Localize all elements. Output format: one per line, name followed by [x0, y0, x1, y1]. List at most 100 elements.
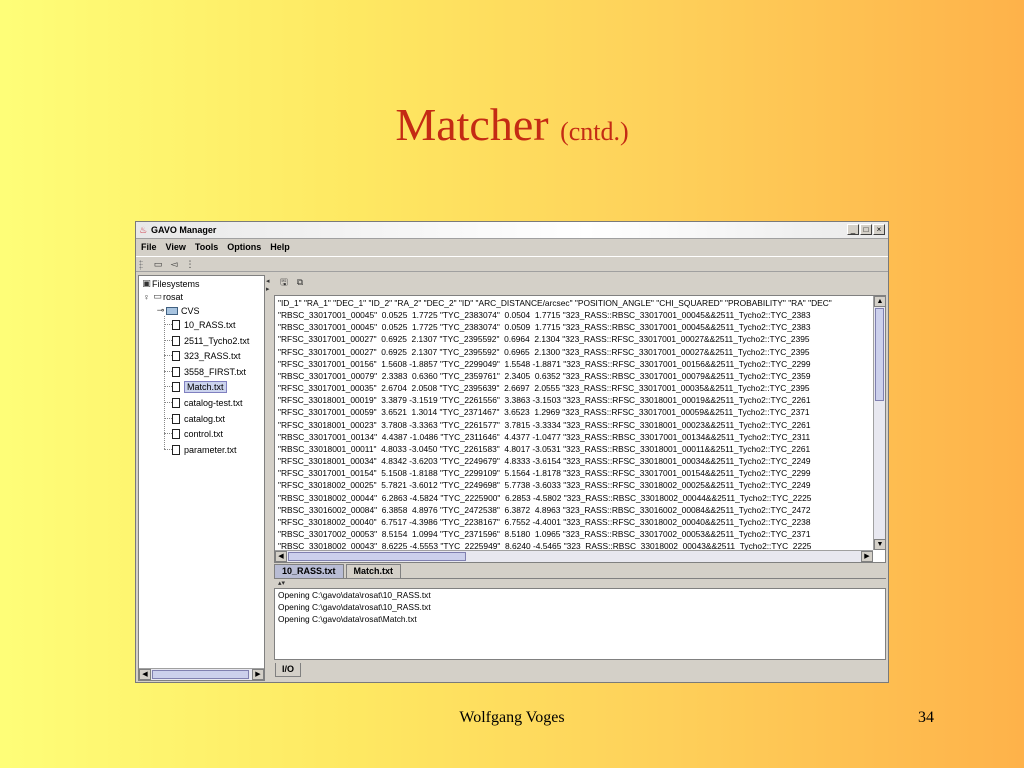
splitter-left-icon[interactable]: ◂: [266, 277, 270, 285]
tree-file-item[interactable]: 3558_FIRST.txt: [172, 365, 246, 378]
tree-connector: [164, 418, 172, 419]
tree-file-item[interactable]: Match.txt: [172, 380, 227, 393]
slide-title: Matcher (cntd.): [0, 102, 1024, 148]
window-title: GAVO Manager: [151, 225, 217, 235]
tab-io[interactable]: I/O: [275, 663, 302, 677]
menubar: File View Tools Options Help: [136, 240, 888, 255]
main-toolbar: ▭ ◅ ⋮: [136, 256, 888, 272]
tree-drive-label: rosat: [163, 291, 184, 302]
tree-file-item[interactable]: control.txt: [172, 427, 223, 440]
tree-file-item[interactable]: catalog-test.txt: [172, 396, 243, 409]
log-line: Opening C:\gavo\data\rosat\10_RASS.txt: [278, 590, 431, 600]
close-button[interactable]: ×: [873, 224, 885, 235]
content-horizontal-scrollbar[interactable]: ◀ ▶: [275, 550, 873, 562]
toolbar-grip-icon[interactable]: [139, 260, 143, 270]
scroll-right-icon[interactable]: ▶: [252, 669, 264, 680]
file-icon: [172, 413, 180, 424]
tree-connector: [164, 324, 172, 325]
content-line: "RFSC_33018002_00025" 5.7821 -3.6012 "TY…: [278, 480, 811, 491]
file-icon: [172, 397, 180, 408]
tree-file-item[interactable]: 323_RASS.txt: [172, 349, 241, 362]
content-toolbar: 🖫 ⧉: [274, 275, 886, 293]
content-line: "RFSC_33017001_00059" 3.6521 1.3014 "TYC…: [278, 407, 810, 418]
tree-connector: [164, 449, 172, 450]
tree-file-label: 2511_Tycho2.txt: [184, 335, 250, 346]
maximize-button[interactable]: □: [860, 224, 872, 235]
tree-connector: [164, 386, 172, 387]
tree-file-item[interactable]: catalog.txt: [172, 412, 225, 425]
file-icon: [172, 335, 180, 346]
scroll-left-icon[interactable]: ◀: [275, 551, 287, 562]
content-line: "RFSC_33018001_00023" 3.7808 -3.3363 "TY…: [278, 419, 811, 430]
tree-horizontal-scrollbar[interactable]: ◀ ▶: [139, 668, 264, 680]
tree-file-label: Match.txt: [184, 380, 227, 393]
tree-folder-label: CVS: [181, 305, 200, 316]
menu-tools[interactable]: Tools: [195, 240, 218, 255]
content-line: "RBSC_33017002_00053" 8.5154 1.0994 "TYC…: [278, 528, 811, 539]
log-line: Opening C:\gavo\data\rosat\10_RASS.txt: [278, 602, 431, 612]
tree-file-label: parameter.txt: [184, 444, 237, 455]
tab-10-rass[interactable]: 10_RASS.txt: [274, 564, 344, 578]
content-line: "RBSC_33016002_00084" 6.3858 4.8976 "TYC…: [278, 504, 811, 515]
file-icon: [172, 428, 180, 439]
tree-connector: [164, 371, 172, 372]
save-icon[interactable]: 🖫: [278, 277, 290, 288]
tab-divider: [274, 578, 886, 579]
menu-help[interactable]: Help: [270, 240, 290, 255]
scroll-left-icon[interactable]: ◀: [139, 669, 151, 680]
panel-splitter[interactable]: ◂ ▸: [266, 275, 272, 681]
drive-icon: ▭: [153, 291, 162, 301]
expand-handle-icon[interactable]: ♀: [141, 292, 152, 302]
content-vertical-scrollbar[interactable]: ▲ ▼: [873, 296, 885, 550]
tree-connector: [164, 340, 172, 341]
folder-open-icon[interactable]: ◅: [168, 259, 180, 270]
tab-match[interactable]: Match.txt: [345, 564, 402, 578]
file-content-view[interactable]: "ID_1" "RA_1" "DEC_1" "ID_2" "RA_2" "DEC…: [274, 295, 886, 563]
filesystem-tree[interactable]: ▣ Filesystems ♀ ▭ rosat ⊸ CVS 10_RASS.tx…: [138, 275, 265, 681]
tree-file-label: 10_RASS.txt: [184, 319, 236, 330]
tree-icon[interactable]: ⋮: [184, 259, 196, 270]
tree-drive[interactable]: ♀ ▭ rosat: [141, 290, 183, 303]
tree-file-item[interactable]: parameter.txt: [172, 443, 237, 456]
menu-view[interactable]: View: [166, 240, 186, 255]
menu-file[interactable]: File: [141, 240, 157, 255]
tree-folder-cvs[interactable]: ⊸ CVS: [155, 304, 200, 317]
tree-root[interactable]: ▣ Filesystems: [141, 277, 199, 290]
tree-scroll-thumb[interactable]: [152, 670, 249, 679]
tree-file-label: control.txt: [184, 428, 224, 439]
scroll-down-icon[interactable]: ▼: [874, 539, 885, 550]
menu-options[interactable]: Options: [227, 240, 261, 255]
gavo-manager-window: ♨ GAVO Manager _ □ × File View Tools Opt…: [135, 221, 889, 683]
content-hscroll-thumb[interactable]: [288, 552, 466, 561]
content-line: "RFSC_33017001_00154" 5.1508 -1.8188 "TY…: [278, 468, 811, 479]
tree-file-item[interactable]: 10_RASS.txt: [172, 318, 236, 331]
file-icon: [172, 366, 180, 377]
content-vscroll-thumb[interactable]: [875, 308, 884, 401]
split-arrows-icon[interactable]: ▴▾: [278, 579, 285, 587]
slide-author: Wolfgang Voges: [459, 709, 565, 726]
content-line: "RFSC_33017001_00156" 1.5608 -1.8857 "TY…: [278, 358, 811, 369]
content-line: "RBSC_33018001_00011" 4.8033 -3.0450 "TY…: [278, 443, 811, 454]
window-titlebar[interactable]: ♨ GAVO Manager _ □ ×: [136, 222, 888, 239]
log-line: Opening C:\gavo\data\rosat\Match.txt: [278, 614, 417, 624]
content-line: "ID_1" "RA_1" "DEC_1" "ID_2" "RA_2" "DEC…: [278, 298, 832, 308]
collapse-handle-icon[interactable]: ⊸: [155, 305, 166, 316]
content-line: "RFSC_33018001_00034" 4.8342 -3.6203 "TY…: [278, 456, 811, 467]
drive-icon[interactable]: ▭: [152, 259, 164, 270]
scroll-right-icon[interactable]: ▶: [861, 551, 873, 562]
minimize-button[interactable]: _: [847, 224, 859, 235]
copy-icon[interactable]: ⧉: [294, 277, 306, 288]
scroll-up-icon[interactable]: ▲: [874, 296, 885, 307]
file-content-text[interactable]: "ID_1" "RA_1" "DEC_1" "ID_2" "RA_2" "DEC…: [278, 297, 870, 562]
io-log[interactable]: Opening C:\gavo\data\rosat\10_RASS.txt Op…: [274, 588, 886, 660]
tree-file-label: catalog-test.txt: [184, 397, 243, 408]
content-line: "RFSC_33017001_00027" 0.6925 2.1307 "TYC…: [278, 334, 810, 345]
tree-file-item[interactable]: 2511_Tycho2.txt: [172, 334, 249, 347]
tree-file-label: catalog.txt: [184, 413, 226, 424]
tree-connector: [164, 316, 165, 449]
content-line: "RBSC_33017001_00079" 2.3383 0.6360 "TYC…: [278, 370, 811, 381]
folder-icon: [166, 306, 178, 315]
slide-title-main: Matcher: [395, 99, 549, 150]
content-line: "RFSC_33017001_00035" 2.6704 2.0508 "TYC…: [278, 383, 810, 394]
splitter-right-icon[interactable]: ▸: [266, 285, 270, 293]
